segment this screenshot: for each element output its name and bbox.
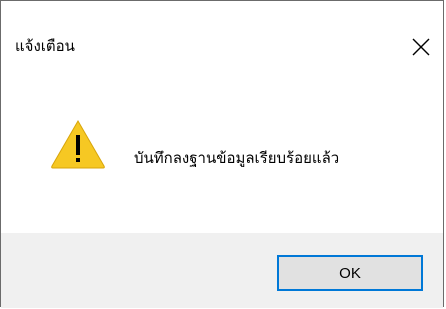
dialog-message: บันทึกลงฐานข้อมูลเรียบร้อยแล้ว bbox=[134, 149, 340, 167]
ok-button[interactable]: OK bbox=[277, 255, 423, 291]
close-button[interactable] bbox=[403, 29, 437, 63]
button-bar: OK bbox=[1, 233, 443, 308]
dialog-title: แจ้งเตือน bbox=[15, 37, 75, 55]
warning-icon bbox=[51, 120, 105, 169]
dialog-content: บันทึกลงฐานข้อมูลเรียบร้อยแล้ว bbox=[1, 79, 443, 233]
title-bar: แจ้งเตือน bbox=[1, 1, 443, 79]
message-dialog: แจ้งเตือน บันทึกลงฐานข้อมูลเรียบร้อยแล้ว… bbox=[0, 0, 444, 308]
close-icon bbox=[412, 38, 430, 56]
ok-button-label: OK bbox=[339, 264, 361, 282]
